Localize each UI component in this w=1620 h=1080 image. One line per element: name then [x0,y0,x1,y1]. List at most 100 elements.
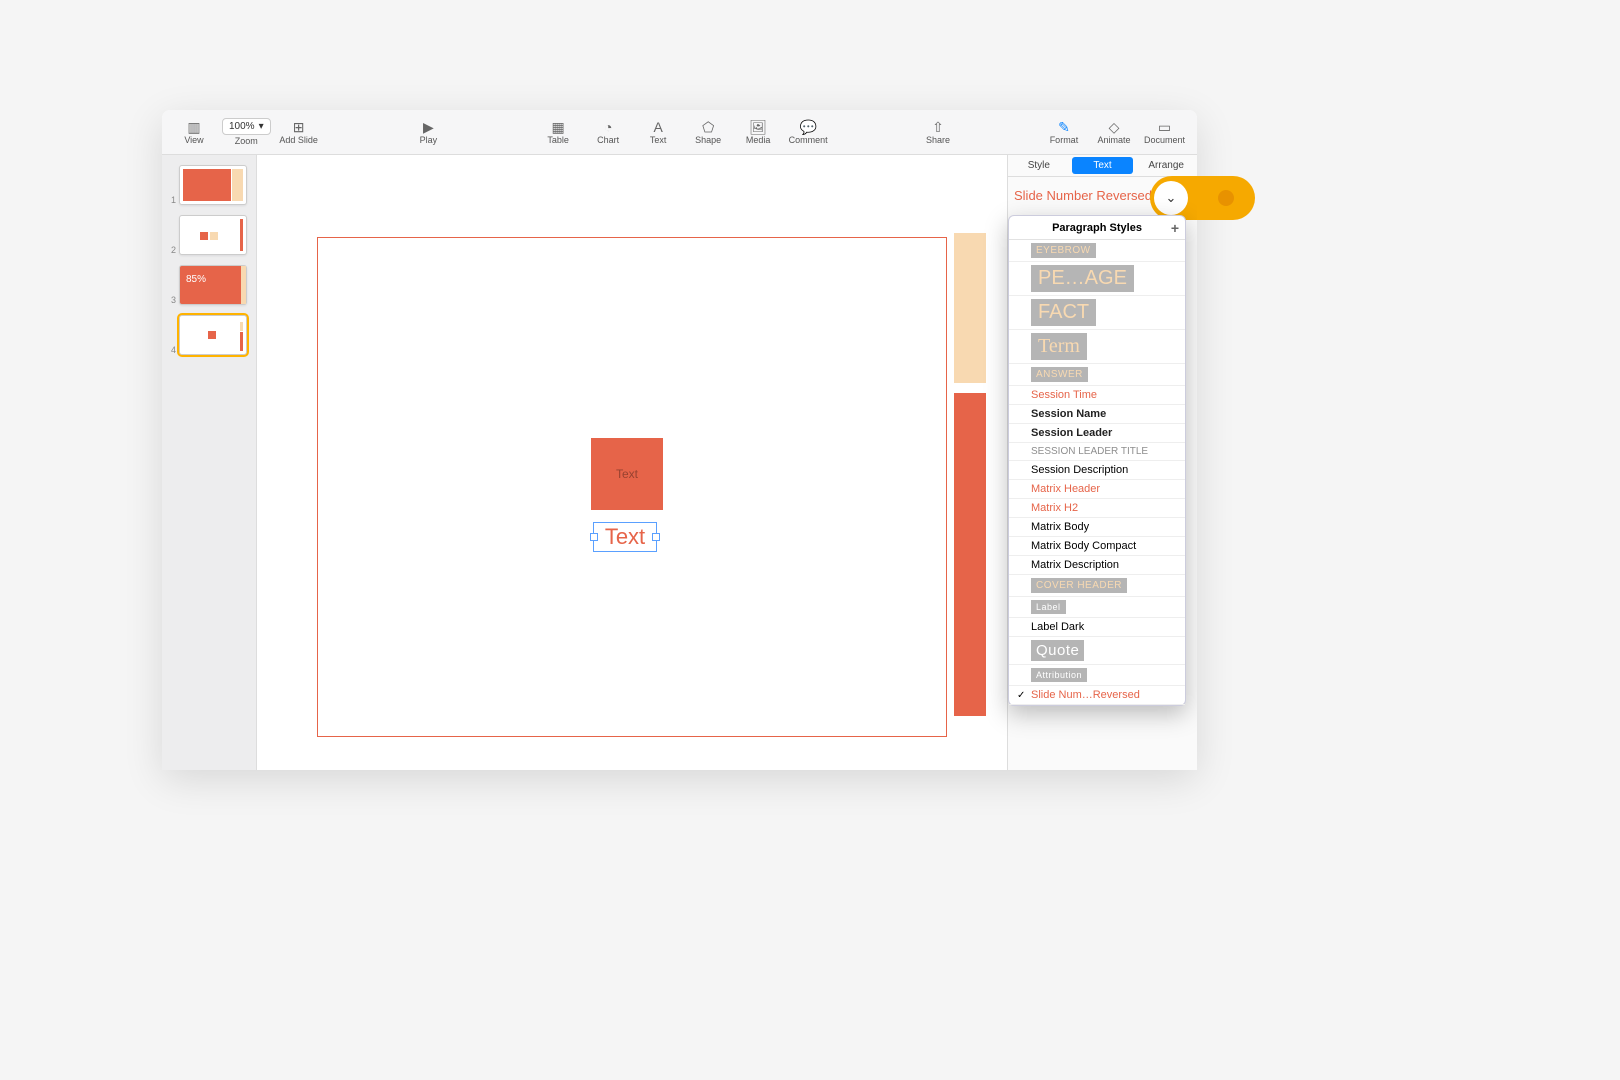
document-icon: ▭ [1158,120,1171,134]
slide-canvas[interactable]: Text Text [257,155,1007,770]
text-box-selected[interactable]: Text [593,522,657,552]
style-label: Session Name [1031,408,1106,420]
paragraph-style-item[interactable]: Matrix Body Compact [1009,537,1185,556]
paragraph-style-item[interactable]: Quote [1009,637,1185,665]
format-inspector: Style Text Arrange Slide Number Reversed… [1007,155,1197,770]
app-body: 1 2 3 85% [162,155,1197,770]
annotation-highlight: ⌄ [1150,176,1255,220]
thumb-row[interactable]: 3 85% [168,265,250,305]
share-button[interactable]: ⇧Share [918,120,958,145]
popover-header: Paragraph Styles + [1009,216,1185,240]
paragraph-style-item[interactable]: COVER HEADER [1009,575,1185,597]
format-button[interactable]: ✎Format [1044,120,1084,145]
paragraph-style-item[interactable]: Session Leader [1009,424,1185,443]
thumb-text: 85% [186,274,206,285]
style-label: Term [1031,333,1087,360]
document-button[interactable]: ▭Document [1144,120,1185,145]
style-label: SESSION LEADER TITLE [1031,446,1148,457]
shape-icon: ⬠ [702,120,714,134]
slide-navigator[interactable]: 1 2 3 85% [162,155,257,770]
slide-thumbnail[interactable] [179,215,247,255]
thumb-row[interactable]: 2 [168,215,250,255]
style-label: EYEBROW [1031,243,1096,258]
style-label: Quote [1031,640,1084,661]
paragraph-style-item[interactable]: Matrix H2 [1009,499,1185,518]
paragraph-style-item[interactable]: ANSWER [1009,364,1185,386]
view-label: View [184,135,203,145]
paragraph-style-item[interactable]: ✓Slide Num…Reversed [1009,686,1185,705]
paragraph-style-item[interactable]: SESSION LEADER TITLE [1009,443,1185,461]
textbox-content: Text [605,524,645,550]
style-label: Label Dark [1031,621,1084,633]
slide-thumbnail[interactable]: 85% [179,265,247,305]
slide[interactable]: Text Text [317,237,947,737]
animate-button[interactable]: ◇Animate [1094,120,1134,145]
shape-square[interactable]: Text [591,438,663,510]
paragraph-style-item[interactable]: Term [1009,330,1185,364]
style-label: ANSWER [1031,367,1088,382]
format-icon: ✎ [1058,120,1070,134]
check-icon: ✓ [1017,690,1027,701]
sidebar-icon: ▥ [187,120,200,134]
comment-button[interactable]: 💬Comment [788,120,828,145]
chevron-down-icon: ▾ [259,121,264,132]
thumb-row[interactable]: 4 [168,315,250,355]
table-button[interactable]: ▦Table [538,120,578,145]
paragraph-style-item[interactable]: Matrix Header [1009,480,1185,499]
inspector-tabs: Style Text Arrange [1008,155,1197,177]
add-slide-button[interactable]: ⊞Add Slide [279,120,319,145]
decorative-bar [954,233,986,383]
style-label: Attribution [1031,668,1087,682]
style-label: Matrix H2 [1031,502,1078,514]
current-style-name: Slide Number Reversed [1014,188,1167,203]
inspector-tabs-group: ✎Format ◇Animate ▭Document [1044,120,1185,145]
chart-button[interactable]: ◔Chart [588,120,628,145]
media-button[interactable]: 🖼Media [738,120,778,145]
slide-thumbnail[interactable] [179,165,247,205]
paragraph-style-item[interactable]: Matrix Description [1009,556,1185,575]
tab-text[interactable]: Text [1072,157,1134,174]
tab-arrange[interactable]: Arrange [1135,155,1197,176]
decorative-bar [954,393,986,716]
zoom-value: 100% [229,121,255,132]
paragraph-style-item[interactable]: Label [1009,597,1185,618]
slide-thumbnail-selected[interactable] [179,315,247,355]
comment-icon: 💬 [799,120,816,134]
paragraph-style-item[interactable]: Session Name [1009,405,1185,424]
table-icon: ▦ [552,120,565,134]
style-label: COVER HEADER [1031,578,1127,593]
add-style-button[interactable]: + [1171,220,1179,236]
style-label: PE…AGE [1031,265,1134,292]
paragraph-style-item[interactable]: Matrix Body [1009,518,1185,537]
share-icon: ⇧ [932,120,944,134]
play-icon: ▶ [423,120,434,134]
view-button[interactable]: ▥View [174,120,214,145]
paragraph-style-item[interactable]: FACT [1009,296,1185,330]
paragraph-style-item[interactable]: EYEBROW [1009,240,1185,262]
zoom-control[interactable]: 100%▾ Zoom [222,118,271,146]
tab-style[interactable]: Style [1008,155,1070,176]
chart-icon: ◔ [604,120,612,134]
paragraph-style-item[interactable]: PE…AGE [1009,262,1185,296]
shape-button[interactable]: ⬠Shape [688,120,728,145]
paragraph-styles-list[interactable]: EYEBROW PE…AGE FACT Term ANSWER Session Time S… [1009,240,1185,705]
text-icon: A [654,120,663,134]
popover-title: Paragraph Styles [1052,222,1142,234]
thumb-row[interactable]: 1 [168,165,250,205]
text-button[interactable]: AText [638,120,678,145]
paragraph-style-item[interactable]: Attribution [1009,665,1185,686]
app-window: ▥View 100%▾ Zoom ⊞Add Slide ▶Play ▦Table… [162,110,1197,770]
style-label: Matrix Body [1031,521,1089,533]
placeholder-text: Text [616,467,638,481]
paragraph-style-item[interactable]: Label Dark [1009,618,1185,637]
play-button[interactable]: ▶Play [408,120,448,145]
paragraph-style-item[interactable]: Session Time [1009,386,1185,405]
slide-number: 2 [168,245,176,255]
style-label: Session Time [1031,389,1097,401]
plus-square-icon: ⊞ [293,120,305,134]
insert-group: ▦Table ◔Chart AText ⬠Shape 🖼Media 💬Comme… [538,120,828,145]
style-label: Session Description [1031,464,1128,476]
style-label: Label [1031,600,1066,614]
animate-icon: ◇ [1109,120,1120,134]
paragraph-style-item[interactable]: Session Description [1009,461,1185,480]
